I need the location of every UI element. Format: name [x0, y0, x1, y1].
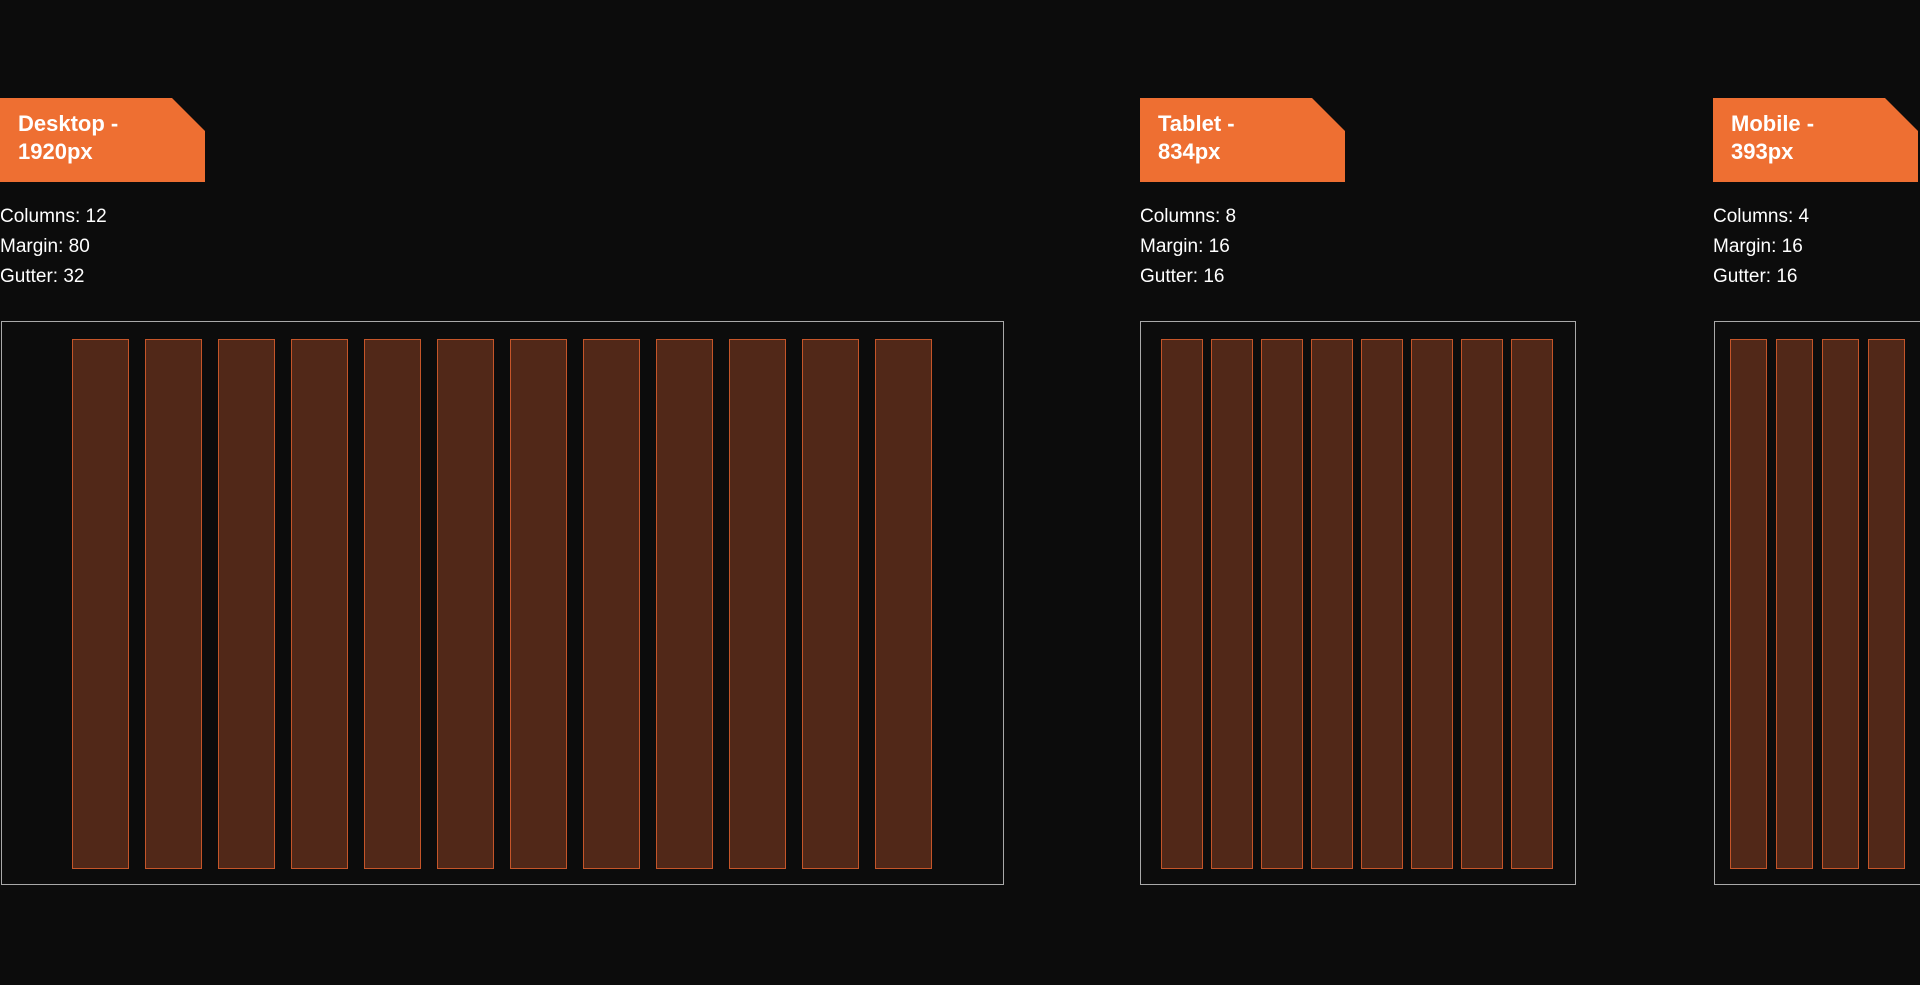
- desktop-tag-line1: Desktop -: [18, 111, 119, 136]
- tablet-columns-text: Columns: 8: [1140, 206, 1237, 227]
- mobile-columns-text: Columns: 4: [1713, 206, 1810, 227]
- tablet-grid-frame: [1140, 321, 1576, 885]
- desktop-grid-column: [656, 339, 713, 869]
- desktop-columns-text: Columns: 12: [0, 206, 107, 227]
- desktop-grid-column: [729, 339, 786, 869]
- desktop-gutter-text: Gutter: 32: [0, 266, 85, 287]
- mobile-tag-line1: Mobile -: [1731, 111, 1815, 136]
- desktop-grid-column: [437, 339, 494, 869]
- mobile-tag: Mobile - 393px: [1713, 98, 1918, 182]
- tablet-grid-column: [1461, 339, 1503, 869]
- mobile-grid-frame: [1714, 321, 1920, 885]
- desktop-tag: Desktop - 1920px: [0, 98, 205, 182]
- tablet-grid-column: [1511, 339, 1553, 869]
- desktop-grid-column: [364, 339, 421, 869]
- mobile-grid-column: [1868, 339, 1905, 869]
- mobile-margin-text: Margin: 16: [1713, 236, 1803, 257]
- mobile-grid-column: [1730, 339, 1767, 869]
- tablet-grid-column: [1211, 339, 1253, 869]
- mobile-specs: Columns: 4 Margin: 16 Gutter: 16: [1713, 202, 1809, 292]
- tablet-grid-column: [1161, 339, 1203, 869]
- tablet-gutter-text: Gutter: 16: [1140, 266, 1225, 287]
- tablet-tag: Tablet - 834px: [1140, 98, 1345, 182]
- tablet-margin-text: Margin: 16: [1140, 236, 1230, 257]
- desktop-grid-frame: [1, 321, 1004, 885]
- tablet-tag-line2: 834px: [1158, 139, 1221, 164]
- tablet-specs: Columns: 8 Margin: 16 Gutter: 16: [1140, 202, 1236, 292]
- tablet-tag-line1: Tablet -: [1158, 111, 1235, 136]
- mobile-grid-column: [1776, 339, 1813, 869]
- desktop-tag-line2: 1920px: [18, 139, 93, 164]
- mobile-grid-column: [1822, 339, 1859, 869]
- desktop-grid-column: [583, 339, 640, 869]
- desktop-grid-column: [218, 339, 275, 869]
- desktop-grid-column: [802, 339, 859, 869]
- desktop-grid-column: [291, 339, 348, 869]
- desktop-grid-column: [510, 339, 567, 869]
- mobile-tag-line2: 393px: [1731, 139, 1794, 164]
- desktop-grid-column: [875, 339, 932, 869]
- tablet-grid-column: [1361, 339, 1403, 869]
- desktop-grid-column: [72, 339, 129, 869]
- desktop-specs: Columns: 12 Margin: 80 Gutter: 32: [0, 202, 107, 292]
- tablet-grid-column: [1311, 339, 1353, 869]
- tablet-grid-column: [1261, 339, 1303, 869]
- desktop-grid-column: [145, 339, 202, 869]
- desktop-margin-text: Margin: 80: [0, 236, 90, 257]
- mobile-gutter-text: Gutter: 16: [1713, 266, 1798, 287]
- tablet-grid-column: [1411, 339, 1453, 869]
